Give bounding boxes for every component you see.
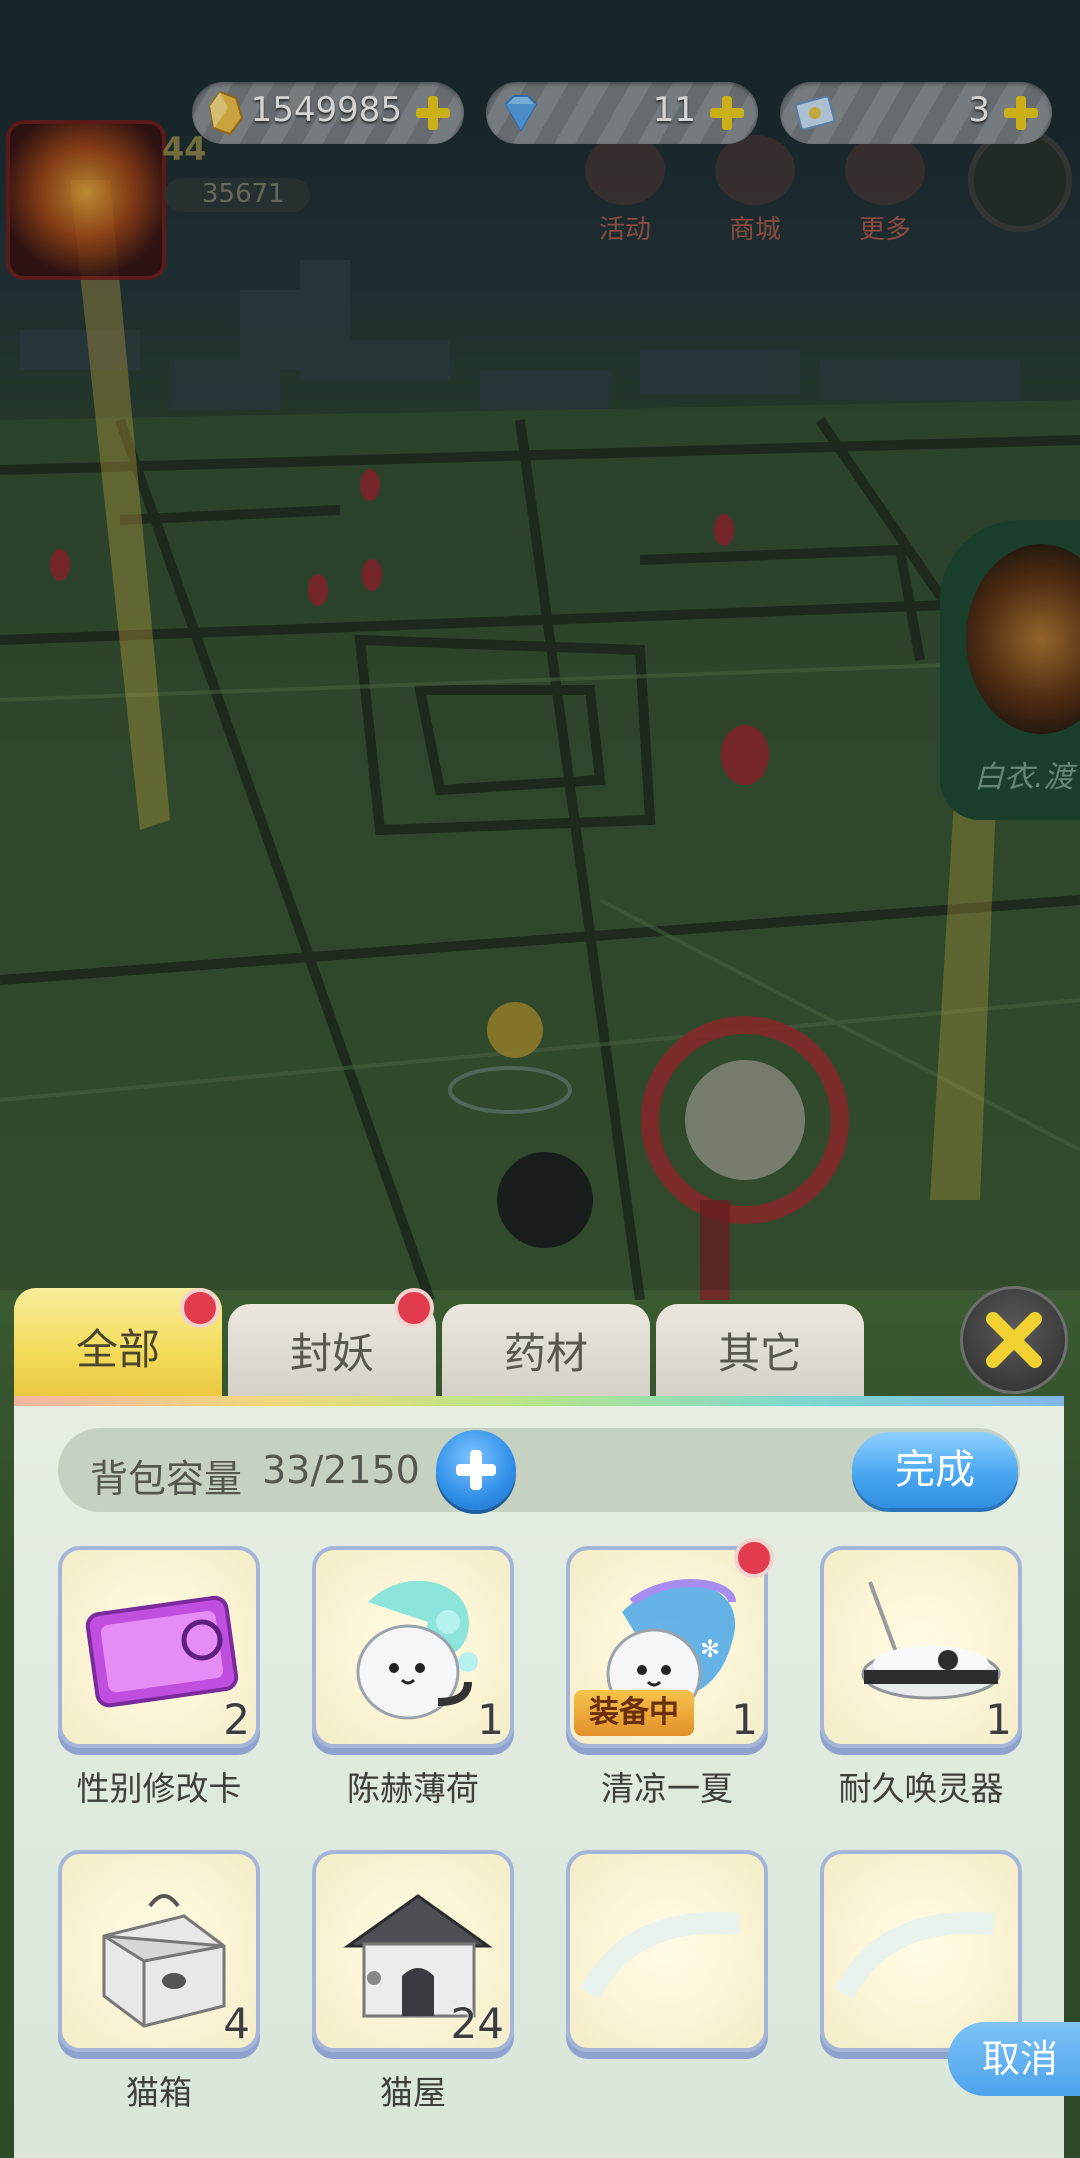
empty-slot[interactable] — [566, 1850, 768, 2052]
svg-text:✻: ✻ — [700, 1635, 720, 1663]
dim-overlay — [0, 0, 1080, 1290]
mint-spirit-icon — [356, 1580, 478, 1720]
equipped-tag: 装备中 — [574, 1690, 694, 1736]
tab-seal-badge — [394, 1288, 434, 1328]
empty-slot-pattern — [580, 1911, 741, 2000]
done-button[interactable]: 完成 — [852, 1432, 1018, 1508]
cat-box-icon — [102, 1894, 226, 2028]
tab-other[interactable]: 其它 — [656, 1304, 864, 1404]
tab-herbs[interactable]: 药材 — [442, 1304, 650, 1404]
item-qty: 2 — [223, 1695, 250, 1744]
tab-all-label: 全部 — [75, 1325, 160, 1374]
panel-divider — [14, 1396, 1064, 1406]
tab-other-label: 其它 — [717, 1329, 802, 1378]
item-slot-summoner[interactable]: 1 — [820, 1546, 1022, 1748]
item-slot-cat-house[interactable]: 24 — [312, 1850, 514, 2052]
capacity-value: 33/2150 — [262, 1448, 420, 1492]
item-qty: 4 — [223, 1999, 250, 2048]
item-qty: 1 — [477, 1695, 504, 1744]
item-slot-cool-summer[interactable]: ✻ ✻ 装备中 1 — [566, 1546, 768, 1748]
item-name: 清凉一夏 — [601, 1769, 733, 1808]
summoner-device-icon — [861, 1581, 1001, 1700]
item-qty: 1 — [985, 1695, 1012, 1744]
cancel-button[interactable]: 取消 — [948, 2022, 1080, 2096]
item-name: 陈赫薄荷 — [347, 1769, 479, 1808]
item-name: 猫屋 — [380, 2073, 446, 2112]
item-qty: 24 — [450, 1999, 504, 2048]
close-button[interactable] — [960, 1286, 1068, 1394]
bag-tabs: 全部 封妖 药材 其它 — [14, 1288, 1074, 1404]
item-name: 耐久唤灵器 — [838, 1769, 1004, 1808]
item-qty: 1 — [731, 1695, 758, 1744]
item-slot-cat-box[interactable]: 4 — [58, 1850, 260, 2052]
close-icon — [986, 1312, 1042, 1368]
item-slot-gender-card[interactable]: 2 — [58, 1546, 260, 1748]
plus-icon — [456, 1450, 496, 1490]
expand-capacity-button[interactable] — [436, 1430, 516, 1510]
item-new-badge — [734, 1538, 774, 1578]
tab-all-badge — [180, 1288, 220, 1328]
tab-herbs-label: 药材 — [503, 1329, 588, 1378]
empty-slot-pattern — [834, 1911, 995, 2000]
item-name: 性别修改卡 — [76, 1769, 242, 1808]
item-slot-mint-spirit[interactable]: 1 — [312, 1546, 514, 1748]
tab-seal-label: 封妖 — [289, 1329, 374, 1378]
capacity-label: 背包容量 — [90, 1457, 243, 1501]
gender-card-icon — [85, 1595, 239, 1708]
item-name: 猫箱 — [126, 2073, 192, 2112]
